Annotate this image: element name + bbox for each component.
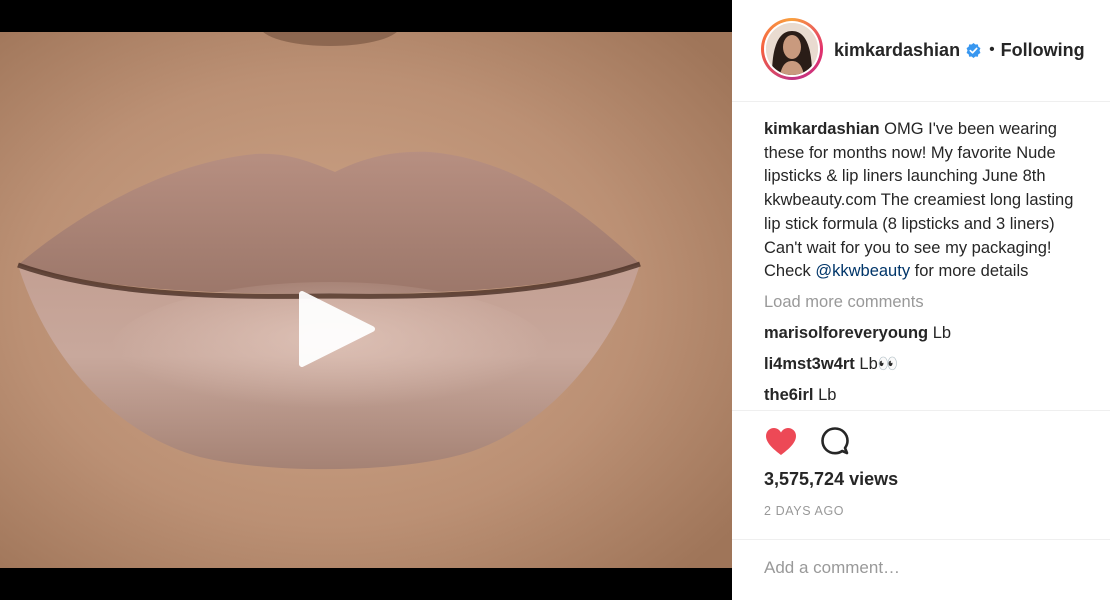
caption-line: these for months now! My favorite Nude: [764, 143, 1056, 162]
verified-badge-icon: [966, 42, 981, 58]
play-button[interactable]: [292, 286, 378, 372]
avatar[interactable]: [761, 18, 823, 80]
comment-item: the6irl Lb: [764, 380, 1110, 411]
load-more-comments-button[interactable]: Load more comments: [764, 290, 1110, 314]
caption-line: for more details: [910, 262, 1029, 281]
comment-icon[interactable]: [818, 425, 852, 459]
post-video[interactable]: [0, 0, 732, 600]
post-details-panel: kimkardashian • Following kimkardashian …: [732, 0, 1110, 600]
post-actions: 3,575,724 views 2 DAYS AGO: [732, 410, 1110, 582]
comment-text: Lb: [818, 385, 837, 404]
caption-line: Can't wait for you to see my packaging!: [764, 238, 1052, 257]
following-button[interactable]: Following: [1001, 40, 1085, 61]
video-frame[interactable]: [0, 32, 732, 568]
comment-username[interactable]: li4mst3w4rt: [764, 355, 855, 373]
comments-section: kimkardashian OMG I've been wearing thes…: [764, 118, 1110, 412]
post-caption: kimkardashian OMG I've been wearing thes…: [764, 118, 1110, 284]
caption-username[interactable]: kimkardashian: [764, 120, 880, 138]
add-comment-input[interactable]: [764, 554, 1094, 582]
header-separator: •: [989, 41, 995, 58]
comment-text: Lb: [932, 323, 952, 342]
comment-text: Lb👀: [859, 354, 899, 373]
caption-line: Check: [764, 262, 816, 281]
comment-item: marisolforeveryoung Lb: [764, 318, 1110, 349]
action-icons: [764, 425, 852, 459]
caption-line: lip stick formula (8 lipsticks and 3 lin…: [764, 214, 1055, 233]
caption-line: OMG I've been wearing: [884, 120, 1057, 138]
comment-list: marisolforeveryoung Lb li4mst3w4rt Lb👀 t…: [764, 318, 1110, 411]
post-header: kimkardashian • Following: [732, 0, 1110, 102]
add-comment-bar: [732, 539, 1110, 600]
caption-line: lipsticks & lip liners launching June 8t…: [764, 167, 1046, 186]
avatar-photo: [766, 23, 818, 75]
view-count[interactable]: 3,575,724 views: [764, 469, 898, 490]
heart-icon[interactable]: [764, 425, 798, 459]
post-timestamp[interactable]: 2 DAYS AGO: [764, 504, 844, 518]
header-row: kimkardashian • Following: [834, 38, 1085, 62]
author-username[interactable]: kimkardashian: [834, 40, 960, 61]
caption-line: kkwbeauty.com The creamiest long lasting: [764, 191, 1074, 210]
comment-username[interactable]: the6irl: [764, 386, 814, 404]
play-icon: [299, 291, 375, 367]
comment-username[interactable]: marisolforeveryoung: [764, 324, 928, 342]
comment-item: li4mst3w4rt Lb👀: [764, 349, 1110, 380]
mention-link[interactable]: @kkwbeauty: [815, 262, 910, 280]
